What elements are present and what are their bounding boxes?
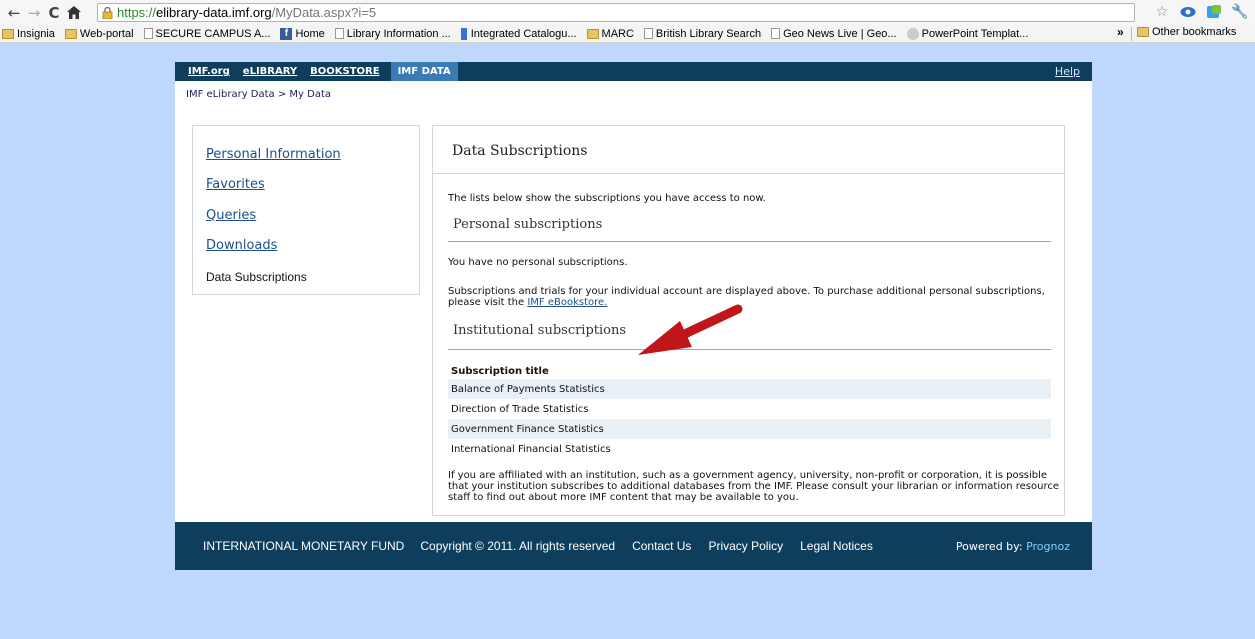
help-link[interactable]: Help: [1055, 65, 1080, 78]
back-arrow-icon[interactable]: ←: [4, 2, 24, 24]
page-icon: [143, 28, 153, 39]
bookmark-powerpoint[interactable]: PowerPoint Templat...: [906, 27, 1029, 40]
url-host: elibrary-data.imf.org: [156, 5, 272, 20]
powered-by: Powered by: Prognoz: [928, 540, 1070, 553]
bookmark-label: MARC: [601, 27, 634, 40]
divider: [433, 173, 1064, 174]
extension-eye-icon[interactable]: [1179, 3, 1197, 21]
folder-icon: [64, 28, 77, 39]
bookmark-label: Other bookmarks: [1152, 26, 1237, 38]
footer-privacy-link[interactable]: Privacy Policy: [708, 539, 783, 553]
page-icon: [643, 28, 653, 39]
footer-copyright: Copyright © 2011. All rights reserved: [420, 539, 616, 553]
sidebar-item-downloads[interactable]: Downloads: [206, 238, 277, 253]
page-icon: [334, 28, 344, 39]
nav-imf-org[interactable]: IMF.org: [188, 66, 230, 77]
page-icon: [771, 28, 781, 39]
table-header-subscription-title: Subscription title: [451, 366, 549, 377]
bookmark-label: Home: [295, 27, 325, 40]
bookmarks-overflow-icon[interactable]: »: [1117, 25, 1124, 39]
bookmark-marc[interactable]: MARC: [586, 27, 634, 40]
wrench-icon[interactable]: 🔧: [1231, 3, 1249, 21]
facebook-icon: f: [280, 27, 293, 40]
bookmark-insignia[interactable]: Insignia: [2, 28, 55, 40]
bookmark-secure-campus[interactable]: SECURE CAMPUS A...: [143, 27, 271, 40]
institution-note: If you are affiliated with an institutio…: [448, 470, 1059, 503]
personal-subscriptions-heading: Personal subscriptions: [453, 217, 603, 232]
folder-icon: [586, 28, 599, 39]
bookmark-label: PowerPoint Templat...: [921, 27, 1029, 40]
powerpoint-icon: [906, 27, 919, 40]
bookmark-geo-news[interactable]: Geo News Live | Geo...: [771, 28, 897, 40]
extension-s-icon[interactable]: [1205, 3, 1223, 21]
personal-note-line: Subscriptions and trials for your indivi…: [448, 286, 1045, 297]
divider: [1131, 27, 1132, 41]
bookmark-library-information[interactable]: Library Information ...: [334, 27, 451, 40]
personal-note-text: please visit the: [448, 297, 528, 308]
bookmark-web-portal[interactable]: Web-portal: [64, 27, 134, 40]
institution-note-line: If you are affiliated with an institutio…: [448, 470, 1048, 481]
star-icon[interactable]: ☆: [1153, 3, 1171, 21]
bookmark-label: Web-portal: [79, 27, 134, 40]
nav-imf-data[interactable]: IMF DATA: [390, 62, 458, 81]
breadcrumb[interactable]: IMF eLibrary Data > My Data: [186, 89, 331, 100]
site-footer: INTERNATIONAL MONETARY FUND Copyright © …: [175, 522, 1092, 570]
divider: [448, 241, 1051, 242]
folder-icon: [2, 28, 14, 39]
url-scheme: https://: [117, 5, 157, 20]
home-icon[interactable]: [64, 2, 84, 24]
bookmark-british-library[interactable]: British Library Search: [643, 27, 762, 40]
powered-by-label: Powered by:: [955, 539, 1027, 553]
browser-toolbar: ← → C https://elibrary-data.imf.org/MyDa…: [0, 0, 1255, 25]
bookmark-label: SECURE CAMPUS A...: [155, 27, 271, 40]
nav-elibrary[interactable]: eLIBRARY: [243, 66, 297, 77]
bookmarks-bar: Insignia Web-portal SECURE CAMPUS A... f…: [0, 25, 1255, 43]
footer-org-name: INTERNATIONAL MONETARY FUND: [203, 539, 405, 553]
ebookstore-link[interactable]: IMF eBookstore.: [527, 297, 607, 308]
bookmark-label: Insignia: [17, 27, 55, 40]
institution-note-line: that your institution subscribes to addi…: [448, 481, 1059, 492]
footer-legal-link[interactable]: Legal Notices: [800, 539, 873, 553]
sidebar: Personal Information Favorites Queries D…: [192, 125, 420, 295]
folder-icon: [1137, 27, 1149, 37]
bookmark-home[interactable]: f Home: [280, 27, 325, 40]
sidebar-item-favorites[interactable]: Favorites: [206, 177, 265, 192]
page-title: Data Subscriptions: [452, 143, 588, 159]
table-row: Direction of Trade Statistics: [451, 403, 589, 415]
catalogue-icon: [460, 27, 467, 40]
address-bar[interactable]: https://elibrary-data.imf.org/MyData.asp…: [97, 3, 1135, 22]
intro-text: The lists below show the subscriptions y…: [448, 193, 766, 204]
top-navigation: IMF.org eLIBRARY BOOKSTORE IMF DATA Help: [175, 62, 1092, 81]
sidebar-item-personal-information[interactable]: Personal Information: [206, 147, 341, 162]
red-arrow-icon: [638, 304, 743, 355]
no-personal-subscriptions-text: You have no personal subscriptions.: [448, 257, 628, 268]
institutional-subscriptions-heading: Institutional subscriptions: [453, 323, 627, 338]
bookmark-label: British Library Search: [655, 27, 762, 40]
sidebar-item-data-subscriptions: Data Subscriptions: [206, 270, 307, 284]
url-path: /MyData.aspx?i=5: [271, 5, 377, 20]
forward-arrow-icon[interactable]: →: [24, 2, 44, 24]
bookmark-label: Integrated Catalogu...: [470, 27, 577, 40]
reload-icon[interactable]: C: [44, 2, 64, 24]
table-row: Government Finance Statistics: [448, 419, 1051, 439]
sidebar-item-queries[interactable]: Queries: [206, 208, 256, 223]
bookmark-integrated-catalogue[interactable]: Integrated Catalogu...: [460, 27, 577, 40]
bookmark-other[interactable]: Other bookmarks: [1137, 26, 1236, 38]
prognoz-link[interactable]: Prognoz: [1026, 540, 1070, 553]
bookmark-label: Geo News Live | Geo...: [783, 27, 897, 40]
table-row: Balance of Payments Statistics: [448, 379, 1051, 399]
bookmark-label: Library Information ...: [346, 27, 451, 40]
footer-contact-link[interactable]: Contact Us: [632, 539, 691, 553]
lock-icon: [102, 6, 114, 19]
nav-bookstore[interactable]: BOOKSTORE: [310, 66, 379, 77]
table-row: International Financial Statistics: [451, 443, 611, 455]
institution-note-line: staff to find out about more IMF content…: [448, 492, 799, 503]
